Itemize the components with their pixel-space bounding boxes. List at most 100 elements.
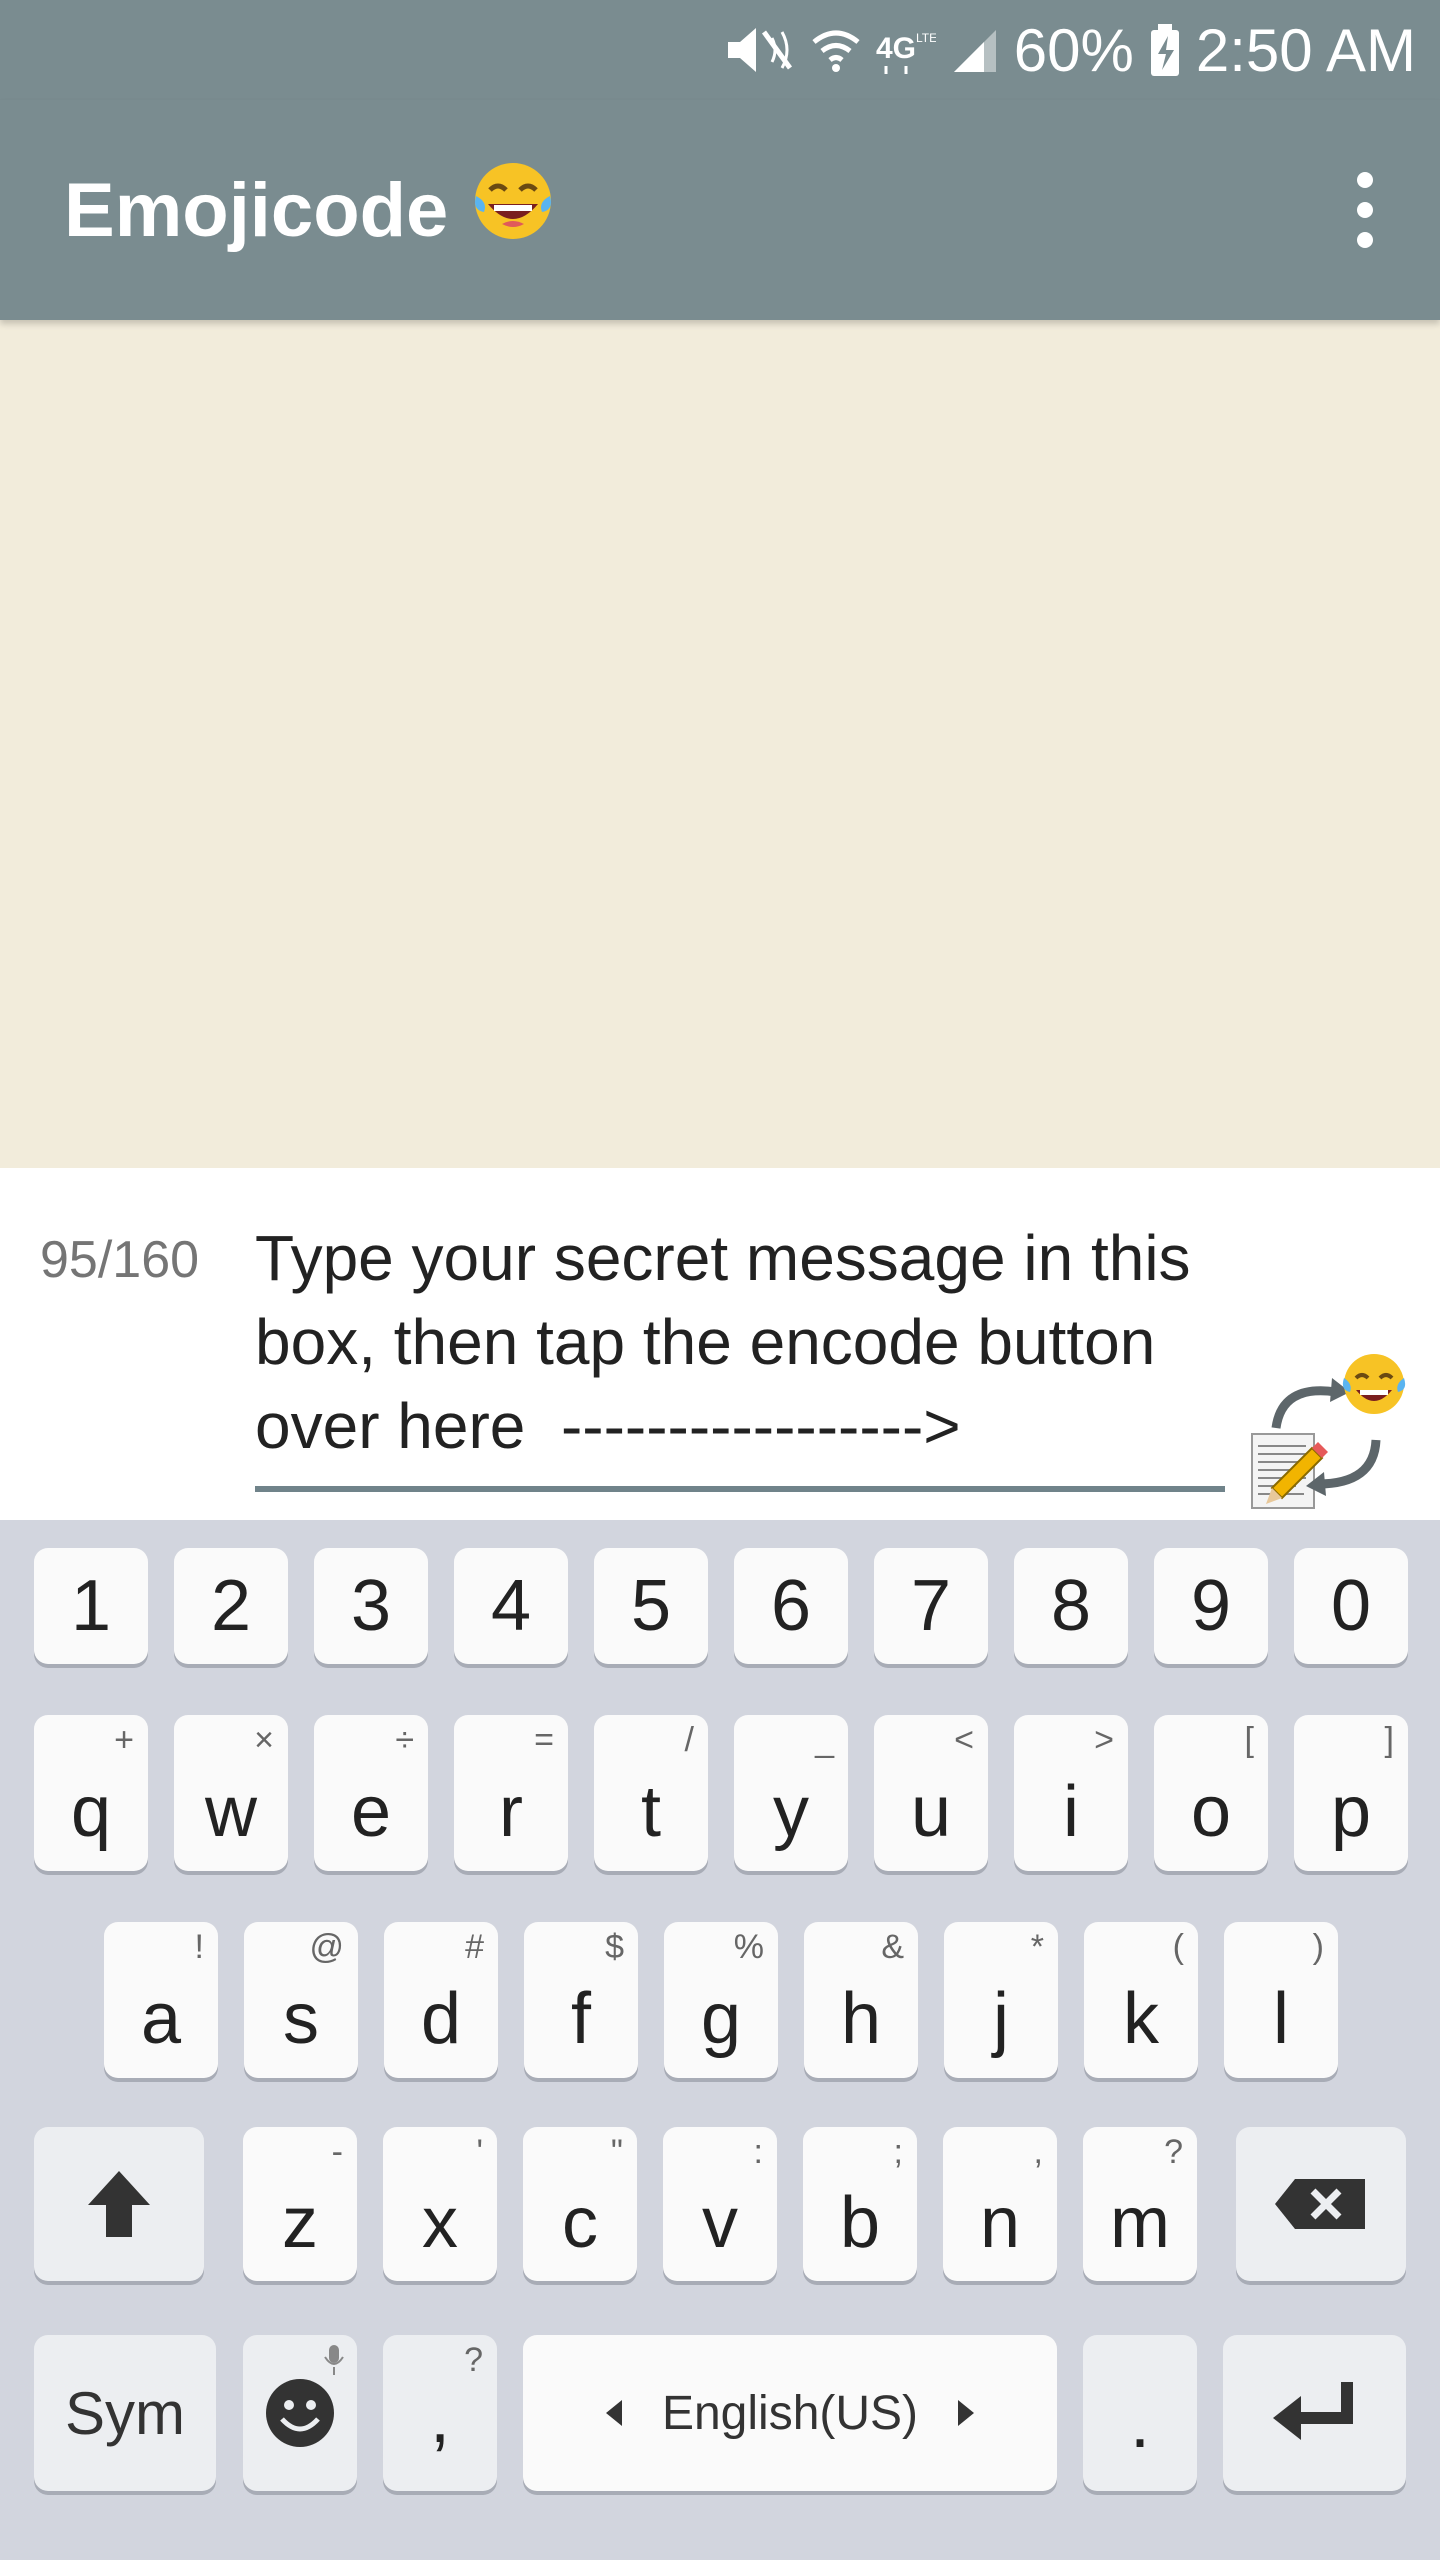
key-4[interactable]: 4	[454, 1548, 568, 1664]
key-p[interactable]: ] p	[1294, 1715, 1408, 1871]
comma-key-hint: ?	[464, 2341, 483, 2379]
battery-percent: 60%	[1013, 16, 1134, 84]
key-7[interactable]: 7	[874, 1548, 988, 1664]
key-c[interactable]: " c	[523, 2127, 637, 2281]
key-r-label: r	[499, 1772, 523, 1852]
key-l[interactable]: ) l	[1224, 1922, 1338, 2078]
key-h[interactable]: & h	[804, 1922, 918, 2078]
key-4-label: 4	[490, 1566, 532, 1646]
key-a[interactable]: ! a	[104, 1922, 218, 2078]
key-a-hint: !	[194, 1928, 204, 1966]
sym-key[interactable]: Sym	[34, 2335, 216, 2491]
key-b[interactable]: ; b	[803, 2127, 917, 2281]
key-6[interactable]: 6	[734, 1548, 848, 1664]
enter-icon	[1272, 2382, 1353, 2440]
enter-key[interactable]	[1223, 2335, 1406, 2491]
key-1[interactable]: 1	[34, 1548, 148, 1664]
key-t[interactable]: / t	[594, 1715, 708, 1871]
key-q-hint: +	[114, 1721, 134, 1759]
character-counter: 95/160	[40, 1231, 200, 1289]
key-j-label: j	[993, 1979, 1009, 2059]
key-5[interactable]: 5	[594, 1548, 708, 1664]
key-8-label: 8	[1050, 1566, 1092, 1646]
svg-text:4G: 4G	[876, 32, 916, 65]
key-o[interactable]: [o	[1154, 1715, 1268, 1871]
onscreen-keyboard: 1234567890 + q × w ÷ e = r / t _ y < u > i[o] p ! a @ s # d $ f…	[0, 1520, 1440, 2560]
key-7-label: 7	[910, 1566, 952, 1646]
key-s[interactable]: @ s	[244, 1922, 358, 2078]
key-2-label: 2	[210, 1566, 252, 1646]
key-n-label: n	[979, 2183, 1021, 2263]
key-2[interactable]: 2	[174, 1548, 288, 1664]
key-h-hint: &	[881, 1928, 904, 1966]
key-9[interactable]: 9	[1154, 1548, 1268, 1664]
key-m[interactable]: ? m	[1083, 2127, 1197, 2281]
key-f-label: f	[570, 1979, 591, 2059]
key-u-label: u	[910, 1772, 952, 1852]
emoji-key[interactable]	[243, 2335, 357, 2491]
backspace-key[interactable]	[1236, 2127, 1406, 2281]
encode-button[interactable]	[1246, 1348, 1416, 1518]
lte-4g-icon: 4G LTE	[876, 22, 936, 78]
key-3[interactable]: 3	[314, 1548, 428, 1664]
key-j[interactable]: * j	[944, 1922, 1058, 2078]
language-next-arrow-icon	[958, 2400, 975, 2426]
key-z[interactable]: -z	[243, 2127, 357, 2281]
key-9-label: 9	[1190, 1566, 1232, 1646]
key-w[interactable]: × w	[174, 1715, 288, 1871]
key-f[interactable]: $ f	[524, 1922, 638, 2078]
key-g-hint: %	[733, 1928, 764, 1966]
app-bar: Emojicode	[0, 100, 1440, 320]
key-q-label: q	[70, 1772, 112, 1852]
key-3-label: 3	[350, 1566, 392, 1646]
key-x[interactable]: ' x	[383, 2127, 497, 2281]
status-icons: 4G LTE 60% 2:50 AM	[720, 0, 1416, 100]
key-m-hint: ?	[1164, 2133, 1183, 2171]
laughing-tears-emoji-icon	[472, 160, 554, 260]
key-d[interactable]: # d	[384, 1922, 498, 2078]
shift-key[interactable]	[34, 2127, 204, 2281]
key-n[interactable]: ,n	[943, 2127, 1057, 2281]
overflow-dot	[1357, 232, 1373, 248]
language-label: English(US)	[661, 2386, 919, 2440]
clock: 2:50 AM	[1195, 16, 1416, 84]
key-p-label: p	[1330, 1772, 1372, 1852]
comma-key[interactable]: , ?	[383, 2335, 497, 2491]
backspace-icon	[1275, 2179, 1365, 2229]
key-i[interactable]: > i	[1014, 1715, 1128, 1871]
overflow-dot	[1357, 172, 1373, 188]
secret-message-input[interactable]: Type your secret message in this box, th…	[255, 1216, 1225, 1492]
period-key-label: .	[1129, 2383, 1150, 2463]
key-z-label: z	[282, 2183, 318, 2263]
key-j-hint: *	[1030, 1928, 1044, 1966]
period-key[interactable]: .	[1083, 2335, 1197, 2491]
signal-icon	[950, 22, 1000, 78]
key-0[interactable]: 0	[1294, 1548, 1408, 1664]
key-i-label: i	[1063, 1772, 1079, 1852]
key-e[interactable]: ÷ e	[314, 1715, 428, 1871]
key-d-hint: #	[465, 1928, 484, 1966]
key-v-label: v	[702, 2183, 738, 2263]
key-y[interactable]: _ y	[734, 1715, 848, 1871]
key-v[interactable]: :v	[663, 2127, 777, 2281]
key-y-label: y	[773, 1772, 809, 1852]
spacebar-key[interactable]: English(US)	[523, 2335, 1057, 2491]
key-g[interactable]: % g	[664, 1922, 778, 2078]
overflow-dot	[1357, 202, 1373, 218]
key-f-hint: $	[605, 1928, 624, 1966]
key-r[interactable]: = r	[454, 1715, 568, 1871]
key-l-hint: )	[1312, 1928, 1324, 1966]
language-prev-arrow-icon	[605, 2400, 622, 2426]
shift-arrow-icon	[88, 2171, 150, 2237]
key-s-hint: @	[309, 1928, 344, 1966]
key-8[interactable]: 8	[1014, 1548, 1128, 1664]
key-k[interactable]: (k	[1084, 1922, 1198, 2078]
overflow-menu-button[interactable]	[1330, 165, 1400, 255]
key-5-label: 5	[630, 1566, 672, 1646]
key-k-label: k	[1123, 1979, 1159, 2059]
key-u[interactable]: < u	[874, 1715, 988, 1871]
sym-key-label: Sym	[65, 2379, 185, 2447]
key-q[interactable]: + q	[34, 1715, 148, 1871]
smiley-icon	[266, 2379, 334, 2447]
wifi-icon	[810, 22, 862, 78]
